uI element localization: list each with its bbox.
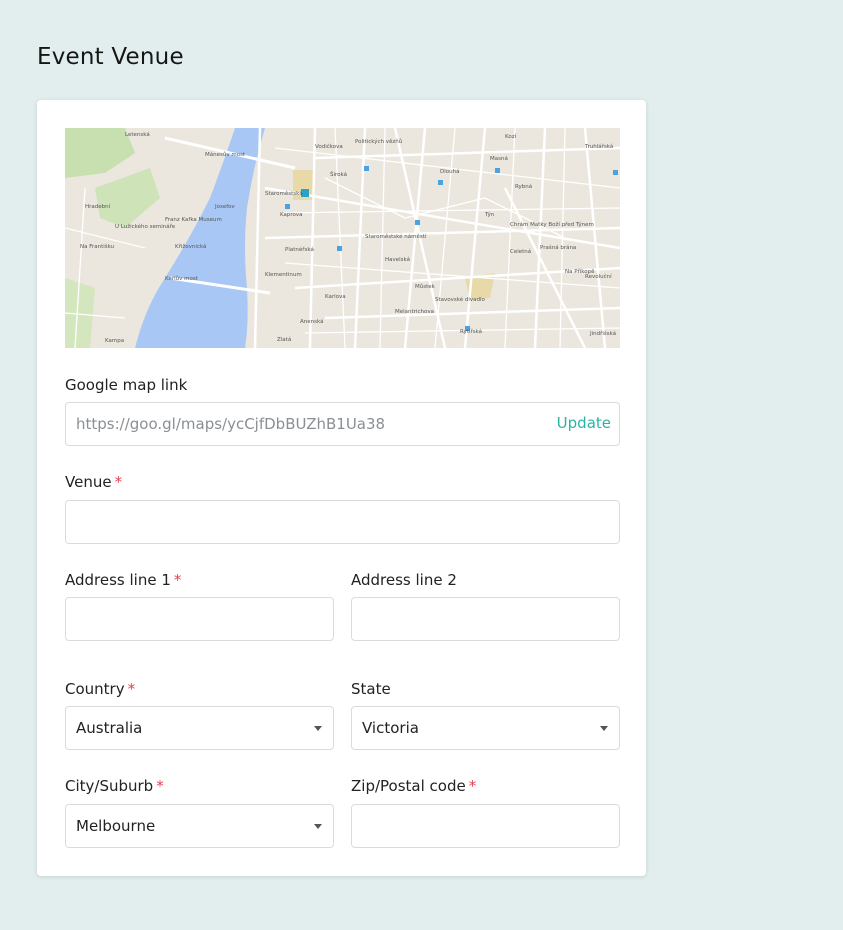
map-street-label: Křižovnická xyxy=(175,243,206,250)
map-street-label: Kampa xyxy=(105,338,124,344)
page-title: Event Venue xyxy=(37,44,184,70)
country-value: Australia xyxy=(76,719,143,737)
map-street-label: Rytířská xyxy=(460,328,482,335)
required-marker: * xyxy=(114,473,123,491)
venue-input[interactable] xyxy=(66,501,619,543)
map-street-label: Kozí xyxy=(505,133,517,140)
map-street-label: Platnéřská xyxy=(285,246,314,253)
chevron-down-icon xyxy=(600,726,608,731)
map-street-label: Karlův most xyxy=(165,275,199,282)
required-marker: * xyxy=(127,680,136,698)
map-street-label: Chrám Matky Boží před Týnem xyxy=(510,221,594,228)
map-street-label: Kaprova xyxy=(280,212,303,218)
map-street-label: Jindřišská xyxy=(589,330,616,337)
map-street-label: Staroměstské náměstí xyxy=(365,233,427,240)
map-street-label: U Lužického semináře xyxy=(115,223,176,230)
city-value: Melbourne xyxy=(76,817,156,835)
map-link-label: Google map link xyxy=(65,376,188,394)
map-street-label: Politických vězňů xyxy=(355,138,402,145)
address1-field xyxy=(65,597,334,641)
map-street-label: Revoluční xyxy=(585,273,612,280)
map-street-label: Stavovské divadlo xyxy=(435,296,486,303)
address1-label: Address line 1 * xyxy=(65,571,182,589)
map-street-label: Franz Kafka Museum xyxy=(165,217,222,223)
venue-card: Letenská Mánesův most Staroměstská Staroměs… xyxy=(37,100,646,876)
chevron-down-icon xyxy=(314,726,322,731)
map-street-label: Havelská xyxy=(385,256,410,263)
map-street-label: Anenská xyxy=(300,318,323,325)
state-value: Victoria xyxy=(362,719,419,737)
map-link-field: Update xyxy=(65,402,620,446)
map-street-label: Široká xyxy=(330,171,347,178)
address1-input[interactable] xyxy=(66,598,333,640)
map-street-label: Masná xyxy=(490,155,508,162)
country-label: Country * xyxy=(65,680,136,698)
address2-label: Address line 2 xyxy=(351,571,457,589)
map-street-label: Hradební xyxy=(85,203,111,210)
map-street-label: Klementinum xyxy=(265,272,302,278)
city-label: City/Suburb * xyxy=(65,777,164,795)
map-street-label: Na Františku xyxy=(80,243,114,250)
map-street-label: Týn xyxy=(484,211,495,218)
state-select[interactable]: Victoria xyxy=(351,706,620,750)
map-street-label: Josefov xyxy=(214,204,236,210)
venue-map[interactable]: Letenská Mánesův most Staroměstská Staroměs… xyxy=(65,128,620,348)
map-street-label: Dlouhá xyxy=(440,168,459,175)
zip-label: Zip/Postal code * xyxy=(351,777,477,795)
zip-field xyxy=(351,804,620,848)
chevron-down-icon xyxy=(314,824,322,829)
map-street-label: Mánesův most xyxy=(205,151,246,158)
city-select[interactable]: Melbourne xyxy=(65,804,334,848)
required-marker: * xyxy=(173,571,182,589)
map-street-label: Můstek xyxy=(415,283,436,290)
map-street-label: Letenská xyxy=(125,131,150,138)
update-button[interactable]: Update xyxy=(557,414,611,432)
map-street-label: Rybná xyxy=(515,183,532,190)
map-street-label: Melantrichova xyxy=(395,309,434,315)
map-street-label: Prašná brána xyxy=(540,244,576,251)
required-marker: * xyxy=(468,777,477,795)
map-street-label: Vodičkova xyxy=(315,143,343,150)
venue-field xyxy=(65,500,620,544)
address2-field xyxy=(351,597,620,641)
required-marker: * xyxy=(156,777,164,795)
map-street-label: Celetná xyxy=(510,248,531,255)
address2-input[interactable] xyxy=(352,598,619,640)
map-street-label: Truhlářská xyxy=(584,143,613,150)
venue-label: Venue * xyxy=(65,473,123,491)
map-street-label: Zlatá xyxy=(277,336,291,343)
zip-input[interactable] xyxy=(352,805,619,847)
country-select[interactable]: Australia xyxy=(65,706,334,750)
state-label: State xyxy=(351,680,391,698)
map-street-label: Karlova xyxy=(325,294,346,300)
map-street-label: Staroměstská xyxy=(265,190,303,197)
map-link-input[interactable] xyxy=(66,403,619,445)
